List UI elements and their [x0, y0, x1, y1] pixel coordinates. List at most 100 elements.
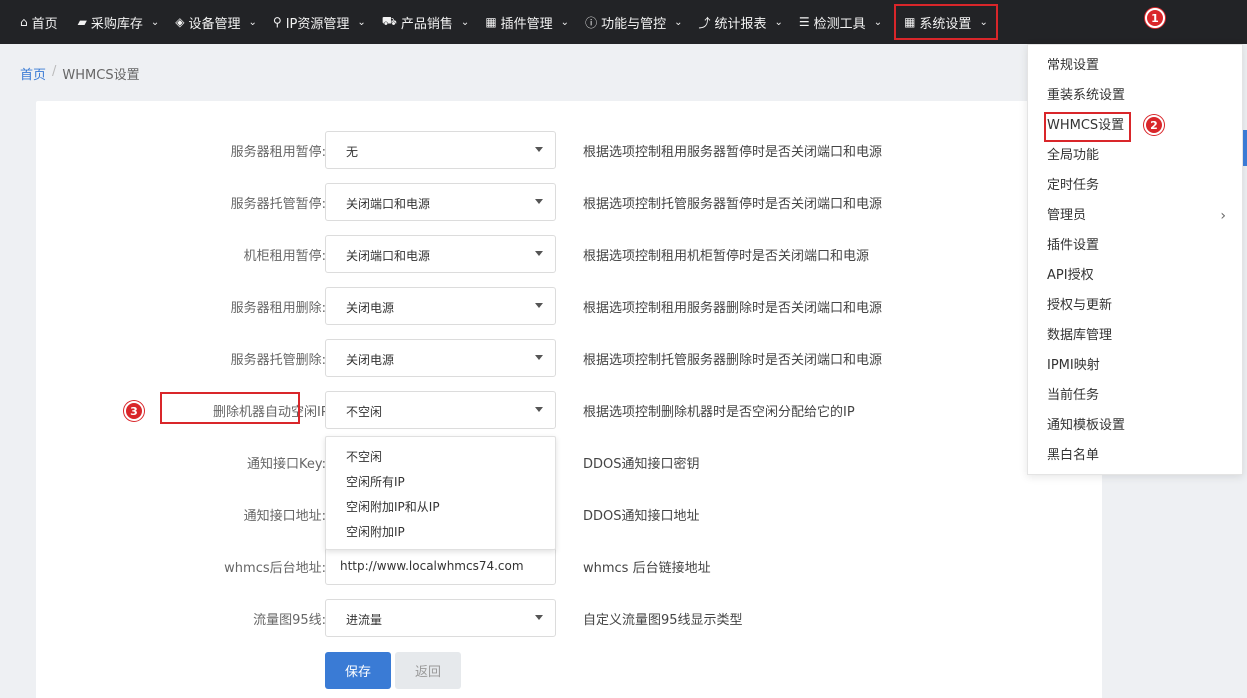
select-value: 关闭端口和电源 [346, 249, 431, 263]
form-row-cabinet-rental-suspend: 机柜租用暂停: 关闭端口和电源 根据选项控制租用机柜暂停时是否关闭端口和电源 [36, 235, 1102, 273]
nav-ip-resources[interactable]: ⚲ IP资源管理 ⌄ [265, 0, 374, 44]
form-row-whmcs-admin-url: whmcs后台地址: http://www.localwhmcs74.com w… [36, 547, 1102, 585]
submenu-item-black-white-list[interactable]: 黑白名单 [1028, 441, 1242, 471]
submenu-item-scheduled-tasks[interactable]: 定时任务 [1028, 171, 1242, 201]
breadcrumb: 首页 / WHMCS设置 [20, 64, 140, 83]
select-value: 关闭电源 [346, 353, 395, 367]
select-value: 关闭端口和电源 [346, 197, 431, 211]
field-label: 通知接口Key: [246, 457, 326, 472]
submenu-item-whmcs-settings[interactable]: WHMCS设置 [1028, 111, 1242, 142]
nav-label: 检测工具 [813, 16, 866, 32]
server-rental-suspend-select[interactable]: 无 [325, 131, 556, 169]
chevron-down-icon: ⌄ [873, 16, 883, 28]
dropdown-option[interactable]: 空闲附加IP [326, 520, 555, 545]
annotation-highlight-box [160, 392, 300, 424]
nav-label: 首页 [31, 16, 58, 32]
top-navbar: ⌂ 首页 ▰ 采购库存 ⌄ ◈ 设备管理 ⌄ ⚲ IP资源管理 ⌄ ⛟ 产品销售… [0, 0, 1247, 44]
nav-diagnostic-tools[interactable]: ☰ 检测工具 ⌄ [791, 0, 890, 44]
field-help-text: 根据选项控制租用服务器暂停时是否关闭端口和电源 [583, 145, 883, 160]
field-help-text: 根据选项控制托管服务器删除时是否关闭端口和电源 [583, 353, 883, 368]
form-row-server-colocation-suspend: 服务器托管暂停: 关闭端口和电源 根据选项控制托管服务器暂停时是否关闭端口和电源 [36, 183, 1102, 221]
field-label: 通知接口地址: [243, 509, 326, 524]
submenu-item-plugin-settings[interactable]: 插件设置 [1028, 231, 1242, 261]
submenu-item-database[interactable]: 数据库管理 [1028, 321, 1242, 351]
chevron-down-icon: ⌄ [979, 16, 988, 28]
system-settings-submenu: 常规设置 重装系统设置 WHMCS设置 全局功能 定时任务 管理员 › 插件设置… [1027, 44, 1243, 475]
field-help-text: 根据选项控制租用机柜暂停时是否关闭端口和电源 [583, 249, 870, 264]
line-chart-icon: ⤴ [698, 15, 711, 30]
save-button[interactable]: 保存 [325, 652, 391, 689]
form-row-notify-url: 通知接口地址: DDOS通知接口地址 [36, 495, 1102, 533]
list-icon: ☰ [798, 15, 810, 29]
chevron-down-icon: ⌄ [674, 16, 683, 28]
submenu-item-ipmi-mapping[interactable]: IPMI映射 [1028, 351, 1242, 381]
caret-down-icon [535, 615, 543, 620]
chevron-down-icon: ⌄ [150, 16, 160, 28]
submenu-item-global-features[interactable]: 全局功能 [1028, 141, 1242, 171]
field-help-text: 根据选项控制删除机器时是否空闲分配给它的IP [583, 405, 855, 420]
nav-system-settings[interactable]: ▦ 系统设置 ⌄ [890, 0, 1002, 44]
submenu-item-license-updates[interactable]: 授权与更新 [1028, 291, 1242, 321]
field-label: 机柜租用暂停: [243, 249, 326, 264]
server-colocation-delete-select[interactable]: 关闭电源 [325, 339, 556, 377]
submenu-item-api-auth[interactable]: API授权 [1028, 261, 1242, 291]
submenu-item-notify-templates[interactable]: 通知模板设置 [1028, 411, 1242, 441]
back-button[interactable]: 返回 [395, 652, 461, 689]
nav-statistics[interactable]: ⤴ 统计报表 ⌄ [690, 0, 790, 44]
submenu-item-administrators[interactable]: 管理员 › [1028, 201, 1242, 231]
traffic-95-line-select[interactable]: 进流量 [325, 599, 556, 637]
cube-icon: ◈ [175, 15, 185, 29]
submenu-item-current-tasks[interactable]: 当前任务 [1028, 381, 1242, 411]
edge-scroll-indicator [1243, 130, 1247, 166]
windows-grid-icon: ▦ [904, 15, 916, 29]
annotation-badge-3: 3 [124, 401, 144, 421]
nav-label: IP资源管理 [285, 16, 350, 32]
nav-label: 设备管理 [188, 16, 241, 32]
caret-down-icon [535, 147, 543, 152]
nav-label: 产品销售 [400, 16, 453, 32]
chevron-right-icon: › [1220, 208, 1226, 224]
delete-auto-free-ip-select[interactable]: 不空闲 [325, 391, 556, 429]
field-help-text: DDOS通知接口密钥 [583, 457, 700, 472]
nav-home[interactable]: ⌂ 首页 [0, 0, 66, 44]
field-label: 流量图95线: [253, 613, 326, 628]
free-ip-options-dropdown: 不空闲 空闲所有IP 空闲附加IP和从IP 空闲附加IP [325, 436, 556, 550]
nav-features-control[interactable]: ⓘ 功能与管控 ⌄ [577, 0, 690, 44]
breadcrumb-home-link[interactable]: 首页 [20, 64, 46, 83]
nav-plugin-management[interactable]: ▦ 插件管理 ⌄ [477, 0, 577, 44]
nav-label: 统计报表 [714, 16, 767, 32]
submenu-item-reinstall-settings[interactable]: 重装系统设置 [1028, 81, 1242, 111]
submenu-item-general-settings[interactable]: 常规设置 [1028, 51, 1242, 81]
field-label: 服务器租用删除: [230, 301, 326, 316]
server-colocation-suspend-select[interactable]: 关闭端口和电源 [325, 183, 556, 221]
field-help-text: 自定义流量图95线显示类型 [583, 613, 743, 628]
form-row-server-rental-delete: 服务器租用删除: 关闭电源 根据选项控制租用服务器删除时是否关闭端口和电源 [36, 287, 1102, 325]
server-rental-delete-select[interactable]: 关闭电源 [325, 287, 556, 325]
nav-purchase-inventory[interactable]: ▰ 采购库存 ⌄ [70, 0, 168, 44]
nav-label: 系统设置 [919, 16, 972, 32]
field-help-text: DDOS通知接口地址 [583, 509, 700, 524]
chevron-down-icon: ⌄ [460, 16, 470, 28]
breadcrumb-current: WHMCS设置 [62, 68, 140, 83]
location-pin-icon: ⚲ [272, 15, 282, 29]
nav-label: 功能与管控 [601, 16, 667, 32]
field-help-text: whmcs 后台链接地址 [583, 561, 711, 576]
dropdown-option[interactable]: 空闲附加IP和从IP [326, 495, 555, 520]
nav-device-management[interactable]: ◈ 设备管理 ⌄ [167, 0, 265, 44]
grid-icon: ▦ [485, 15, 497, 29]
select-value: 无 [346, 145, 359, 159]
dropdown-option[interactable]: 空闲所有IP [326, 470, 555, 495]
form-row-notify-key: 通知接口Key: DDOS通知接口密钥 [36, 443, 1102, 481]
field-label: 服务器托管暂停: [230, 197, 326, 212]
whmcs-admin-url-input[interactable]: http://www.localwhmcs74.com [325, 547, 556, 585]
home-icon: ⌂ [20, 15, 28, 29]
field-label: whmcs后台地址: [224, 561, 326, 576]
nav-product-sales[interactable]: ⛟ 产品销售 ⌄ [374, 0, 478, 44]
select-value: 不空闲 [346, 405, 383, 419]
dropdown-option[interactable]: 不空闲 [326, 445, 555, 470]
caret-down-icon [535, 407, 543, 412]
chevron-down-icon: ⌄ [560, 16, 570, 28]
submenu-item-label: 管理员 [1047, 208, 1087, 223]
field-help-text: 根据选项控制租用服务器删除时是否关闭端口和电源 [583, 301, 883, 316]
cabinet-rental-suspend-select[interactable]: 关闭端口和电源 [325, 235, 556, 273]
